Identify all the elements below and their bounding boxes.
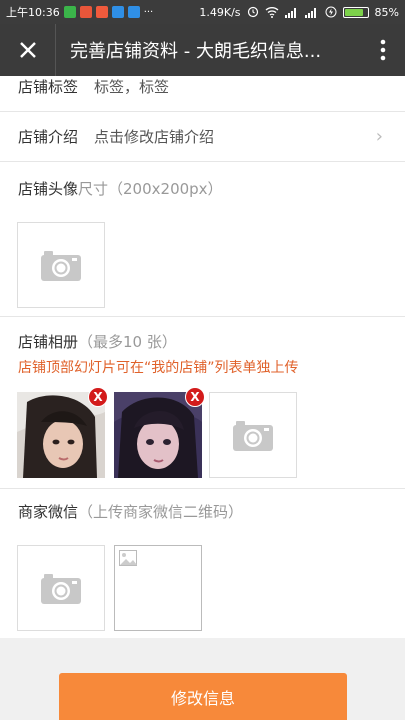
shop-album-heading: 店铺相册（最多10 张） <box>18 331 177 352</box>
battery-percent: 85% <box>374 5 399 19</box>
alarm-icon <box>247 6 258 18</box>
more-notifications-icon: ··· <box>143 6 154 18</box>
album-note: 店铺顶部幻灯片可在“我的店铺”列表单独上传 <box>18 360 299 376</box>
app-icon <box>111 6 124 18</box>
shop-avatar-hint: 尺寸（200x200px） <box>78 180 223 198</box>
wechat-label: 商家微信 <box>18 503 79 521</box>
wechat-qr-upload-slot[interactable] <box>17 545 105 631</box>
close-button[interactable] <box>0 24 56 76</box>
submit-button[interactable]: 修改信息 <box>59 673 347 720</box>
battery-icon <box>342 6 369 18</box>
camera-icon <box>233 421 273 451</box>
wechat-heading: 商家微信（上传商家微信二维码） <box>18 501 243 522</box>
more-menu-button[interactable] <box>361 24 405 76</box>
shop-avatar-heading: 店铺头像尺寸（200x200px） <box>18 178 223 199</box>
camera-icon <box>41 251 81 281</box>
title-bar: 完善店铺资料 - 大朗毛织信息... <box>0 24 405 76</box>
signal-icon <box>304 7 316 18</box>
shop-avatar-label: 店铺头像 <box>18 180 79 198</box>
app-icon <box>95 6 108 18</box>
chevron-right-icon: › <box>375 126 383 147</box>
app-icon <box>127 6 140 18</box>
album-upload-slot[interactable] <box>209 392 297 478</box>
shop-album-hint: （最多10 张） <box>78 333 177 351</box>
shop-tags-row[interactable]: 店铺标签 标签，标签 <box>0 76 405 112</box>
section-divider <box>0 488 405 489</box>
wechat-hint: （上传商家微信二维码） <box>78 503 244 521</box>
avatar-upload-slot[interactable] <box>17 222 105 308</box>
shop-intro-label: 店铺介绍 <box>18 128 79 146</box>
status-left: 上午10:36 ··· <box>6 4 153 20</box>
charging-icon <box>325 6 337 18</box>
close-icon <box>19 42 36 58</box>
battery-level <box>344 8 364 16</box>
network-speed: 1.49K/s <box>199 5 241 19</box>
broken-image-icon <box>119 550 137 566</box>
shop-tags-label: 店铺标签 <box>18 78 79 96</box>
app-icon <box>79 6 92 18</box>
remove-photo-button[interactable]: X <box>88 387 108 407</box>
camera-icon <box>41 574 81 604</box>
remove-photo-button[interactable]: X <box>185 387 205 407</box>
section-divider <box>0 316 405 317</box>
shop-intro-row[interactable]: 店铺介绍 点击修改店铺介绍 › <box>0 112 405 162</box>
shop-tags-value: 标签，标签 <box>94 78 170 96</box>
wechat-qr-image[interactable] <box>114 545 202 631</box>
shop-intro-value: 点击修改店铺介绍 <box>94 128 215 146</box>
wechat-icon <box>63 6 76 18</box>
wifi-icon <box>265 7 278 18</box>
status-right: 1.49K/s 85% <box>199 6 399 19</box>
signal-icon <box>284 7 296 18</box>
shop-album-label: 店铺相册 <box>18 333 79 351</box>
status-time: 上午10:36 <box>6 6 60 19</box>
more-vertical-icon <box>380 39 386 61</box>
status-bar: 上午10:36 ··· 1.49K/s 85% <box>0 0 405 24</box>
page-title: 完善店铺资料 - 大朗毛织信息... <box>70 41 322 62</box>
